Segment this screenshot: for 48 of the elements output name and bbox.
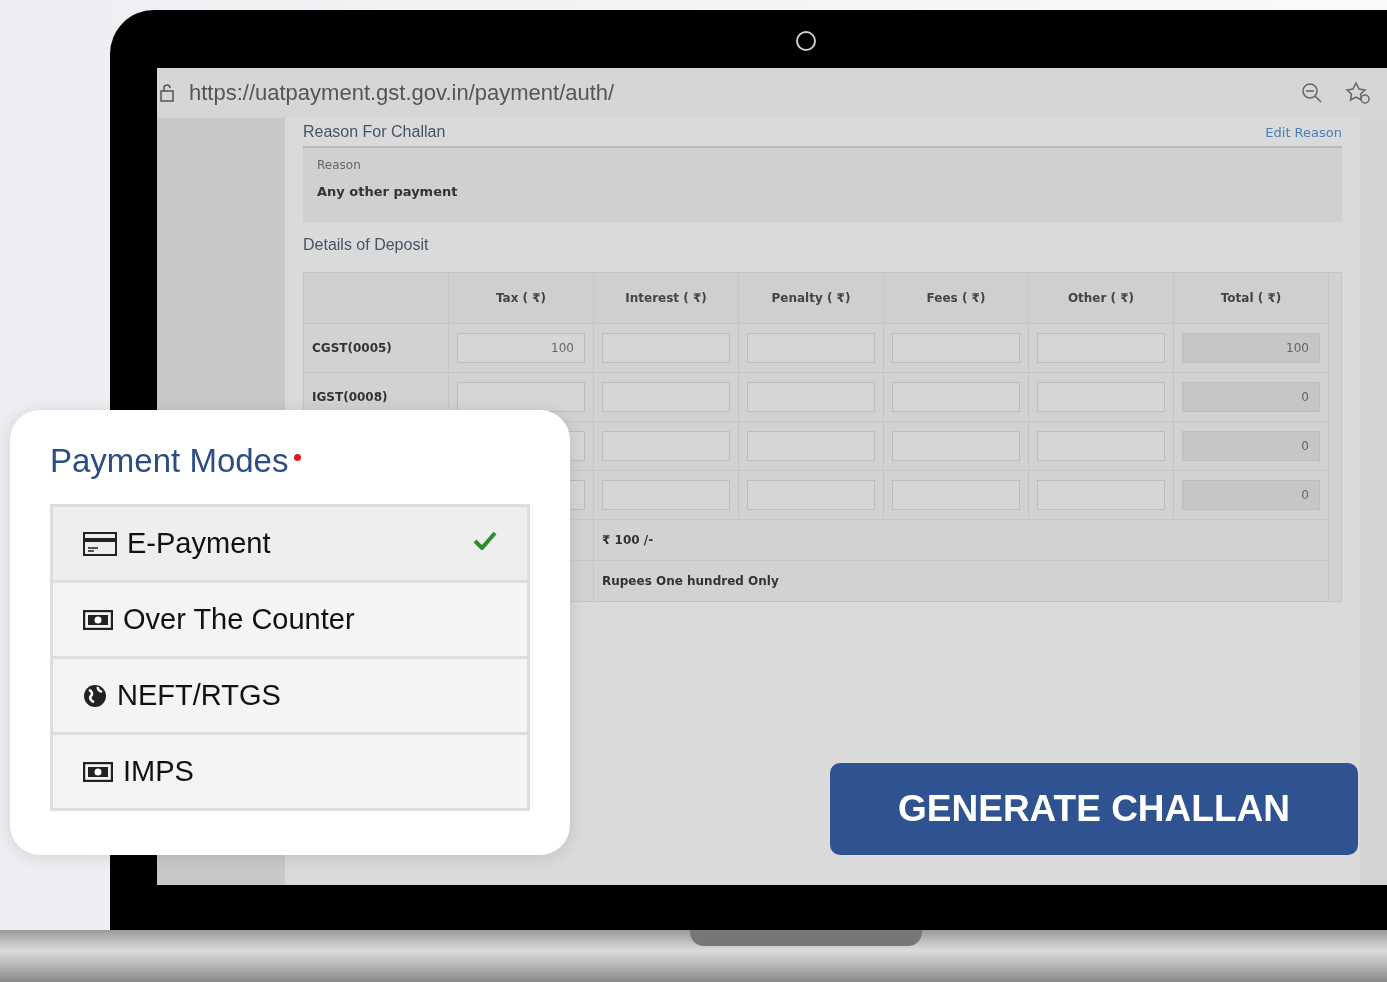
amount-field[interactable]: [892, 382, 1020, 412]
amount-field[interactable]: [1037, 431, 1165, 461]
amount-field[interactable]: 0: [1182, 480, 1320, 510]
edit-reason-link[interactable]: Edit Reason: [1265, 124, 1342, 140]
row-label: CGST(0005): [312, 341, 392, 355]
amount-field[interactable]: [602, 333, 730, 363]
mode-label: IMPS: [123, 755, 195, 788]
section-title: Details of Deposit: [303, 236, 430, 254]
amount-field[interactable]: [1037, 333, 1165, 363]
mode-label: E-Payment: [127, 527, 272, 560]
generate-challan-button[interactable]: GENERATE CHALLAN: [830, 763, 1358, 855]
amount-field[interactable]: [892, 431, 1020, 461]
globe-icon: [83, 683, 107, 708]
amount-field[interactable]: [747, 431, 875, 461]
payment-mode-option[interactable]: E-Payment: [53, 507, 527, 583]
banknote-icon: [83, 761, 113, 782]
total-amount: ₹ 100 /-: [594, 519, 1329, 560]
amount-field[interactable]: 100: [1182, 333, 1320, 363]
mode-label: NEFT/RTGS: [117, 679, 282, 712]
amount-field[interactable]: [892, 480, 1020, 510]
credit-card-icon: [83, 531, 117, 556]
amount-field[interactable]: [892, 333, 1020, 363]
camera-icon: [796, 31, 816, 51]
reason-label: Reason: [317, 158, 362, 172]
amount-field[interactable]: 0: [1182, 382, 1320, 412]
reason-value: Any other payment: [317, 184, 459, 199]
amount-field[interactable]: [747, 333, 875, 363]
zoom-out-icon[interactable]: [1301, 82, 1323, 104]
amount-field[interactable]: 0: [1182, 431, 1320, 461]
amount-field[interactable]: [602, 382, 730, 412]
url-text[interactable]: https://uatpayment.gst.gov.in/payment/auth/: [189, 80, 1279, 106]
section-title: Reason For Challan: [303, 123, 446, 141]
checkmark-icon: [473, 529, 497, 550]
amount-field[interactable]: [1037, 480, 1165, 510]
row-label: IGST(0008): [312, 390, 388, 404]
lock-icon: [159, 84, 175, 102]
amount-field[interactable]: [747, 480, 875, 510]
favorites-icon[interactable]: [1345, 81, 1371, 105]
amount-field[interactable]: 100: [457, 333, 585, 363]
amount-field[interactable]: [457, 382, 585, 412]
mode-label: Over The Counter: [123, 603, 356, 636]
card-title: Payment Modes: [50, 442, 289, 480]
amount-field[interactable]: [1037, 382, 1165, 412]
amount-field[interactable]: [602, 480, 730, 510]
total-in-words: Rupees One hundred Only: [594, 560, 1329, 601]
amount-field[interactable]: [747, 382, 875, 412]
amount-field[interactable]: [602, 431, 730, 461]
banknote-icon: [83, 609, 113, 630]
